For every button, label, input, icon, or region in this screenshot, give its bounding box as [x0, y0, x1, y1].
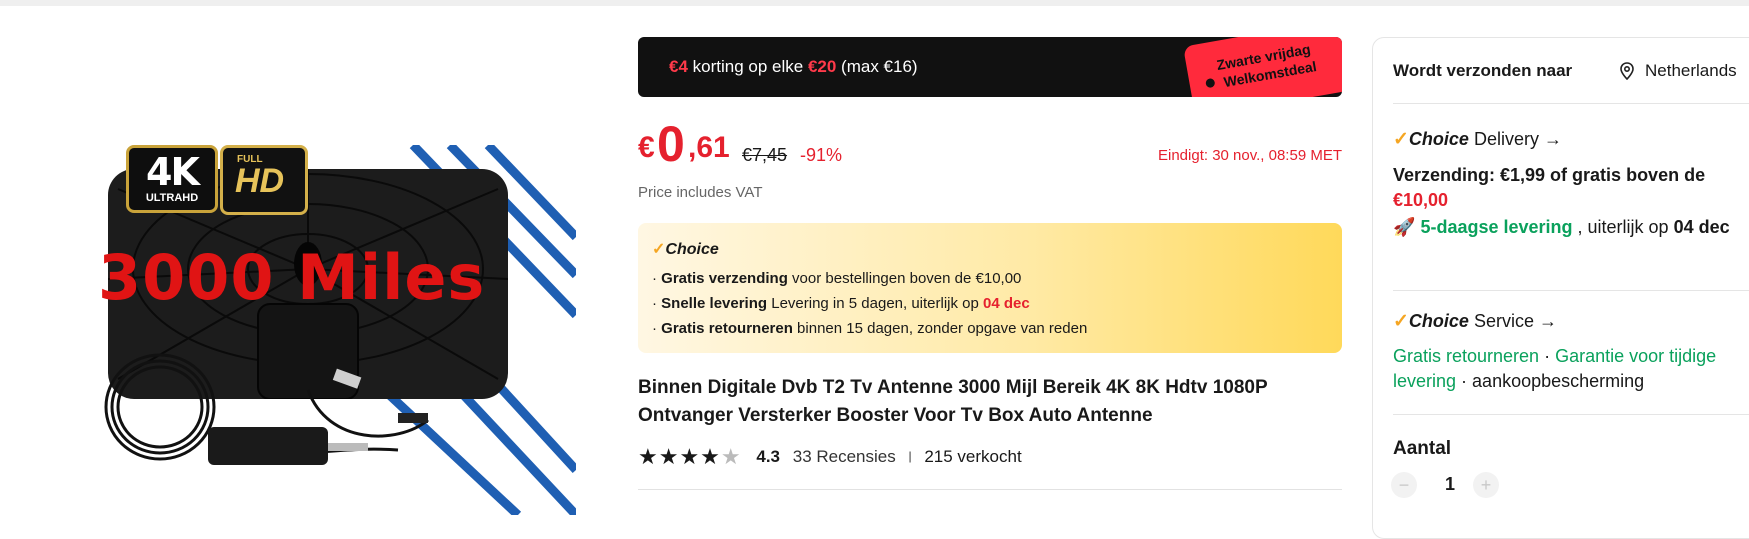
promo-amount: €4 [669, 57, 688, 76]
divider [638, 489, 1342, 490]
checkmark-icon: ✓ [652, 241, 666, 258]
rating-row[interactable]: ★★★★★ 4.3 33 Recensies | 215 verkocht [638, 444, 1022, 470]
promo-text-end: (max €16) [836, 57, 918, 76]
choice-delivery-label: Delivery [1468, 129, 1539, 149]
image-overlay-text: 3000 Miles [98, 241, 486, 314]
service-free-returns[interactable]: Gratis retourneren [1393, 346, 1539, 366]
tag-hole-icon [1205, 77, 1216, 89]
product-title: Binnen Digitale Dvb T2 Tv Antenne 3000 M… [638, 377, 1268, 426]
benefit-free-shipping-rest: voor bestellingen boven de €10,00 [787, 270, 1022, 287]
promo-threshold: €20 [807, 57, 837, 76]
quantity-value[interactable]: 1 [1445, 474, 1455, 495]
choice-benefits-box[interactable]: ✓Choice · Gratis verzending voor bestell… [638, 223, 1342, 353]
service-protection[interactable]: aankoopbescherming [1472, 371, 1644, 391]
ship-to-country[interactable]: Netherlands [1645, 61, 1737, 81]
fast-delivery-date-2: dec [1698, 217, 1730, 237]
badge-4k-text: 4K [146, 150, 200, 194]
choice-delivery-brand: Choice [1408, 129, 1469, 149]
choice-delivery-header[interactable]: ✓Choice Delivery → [1393, 128, 1562, 151]
separator: | [908, 449, 912, 463]
black-friday-tag: Zwarte vrijdag Welkomstdeal [1183, 37, 1342, 97]
benefit-fast-delivery-rest: Levering in 5 dagen, uiterlijk op [767, 295, 984, 312]
fast-delivery-label: 5-daagse levering [1420, 217, 1573, 237]
quantity-label: Aantal [1393, 438, 1452, 459]
price-integer: 0 [657, 116, 685, 172]
divider [1393, 414, 1749, 415]
location-pin-icon [1620, 62, 1634, 80]
benefit-free-shipping: · Gratis verzending voor bestellingen bo… [652, 270, 1022, 287]
checkmark-icon: ✓ [1393, 129, 1409, 150]
benefit-fast-delivery-date: 04 dec [983, 295, 1030, 312]
promo-banner[interactable]: €4 korting op elke €20 (max €16) Zwarte … [638, 37, 1342, 97]
benefit-free-shipping-bold: Gratis verzending [661, 270, 788, 287]
promo-text-mid: korting op elke [687, 57, 808, 76]
discount-percent: -91% [800, 145, 843, 165]
product-image[interactable]: 4K ULTRAHD FULL HD 3000 Miles [98, 145, 576, 515]
badge-full-hd: FULL HD [220, 145, 308, 215]
rating-score: 4.3 [756, 447, 780, 466]
divider [1393, 290, 1749, 291]
review-count-link[interactable]: 33 Recensies [793, 447, 896, 466]
sold-count: 215 verkocht [924, 447, 1022, 466]
benefit-fast-delivery: · Snelle levering Levering in 5 dagen, u… [652, 295, 1030, 312]
sale-end-time: Eindigt: 30 nov., 08:59 MET [1158, 147, 1342, 164]
service-list: Gratis retourneren · Garantie voor tijdi… [1393, 346, 1717, 391]
quantity-decrease-button[interactable]: − [1391, 472, 1417, 498]
shipping-cost: Verzending: €1,99 of gratis boven de €10… [1393, 163, 1749, 213]
vat-note: Price includes VAT [638, 184, 763, 201]
quantity-increase-button[interactable]: + [1473, 472, 1499, 498]
choice-service-brand: Choice [1408, 311, 1469, 331]
top-strip [0, 0, 1749, 6]
choice-service-header[interactable]: ✓Choice Service → [1393, 310, 1557, 333]
fast-delivery-date: 04 [1673, 217, 1694, 237]
benefit-free-returns-bold: Gratis retourneren [661, 320, 793, 337]
divider [1393, 103, 1749, 104]
rocket-icon: 🚀 [1393, 217, 1416, 237]
ship-to-label: Wordt verzonden naar [1393, 61, 1573, 80]
free-threshold: €10,00 [1393, 190, 1449, 210]
benefit-free-returns: · Gratis retourneren binnen 15 dagen, zo… [652, 320, 1088, 337]
arrow-right-icon: → [1538, 311, 1557, 331]
price-currency: € [638, 131, 655, 164]
star-rating-icon: ★★★★★ [638, 444, 742, 469]
arrow-right-icon: → [1543, 129, 1562, 149]
badge-ultrahd-text: ULTRAHD [145, 192, 199, 204]
checkmark-icon: ✓ [1393, 311, 1409, 332]
promo-text: €4 korting op elke €20 (max €16) [669, 57, 918, 77]
choice-service-label: Service [1468, 311, 1534, 331]
fast-delivery-info: 🚀 5-daagse levering , uiterlijk op 04 de… [1393, 215, 1743, 240]
badge-hd-text: HD [235, 162, 285, 200]
benefit-free-returns-rest: binnen 15 dagen, zonder opgave van reden [792, 320, 1088, 337]
original-price: €7,45 [742, 145, 788, 165]
shipping-cost-text: Verzending: €1,99 of gratis boven de [1393, 165, 1706, 185]
shipping-panel: Wordt verzonden naar Netherlands ✓Choice… [1372, 37, 1749, 539]
fast-delivery-rest: , uiterlijk op [1572, 217, 1674, 237]
badge-4k-ultrahd: 4K ULTRAHD [126, 145, 218, 213]
choice-box-title-text: Choice [665, 241, 719, 258]
choice-box-title: ✓Choice [652, 239, 719, 259]
benefit-fast-delivery-bold: Snelle levering [661, 295, 768, 312]
price-decimal: ,61 [688, 131, 730, 164]
